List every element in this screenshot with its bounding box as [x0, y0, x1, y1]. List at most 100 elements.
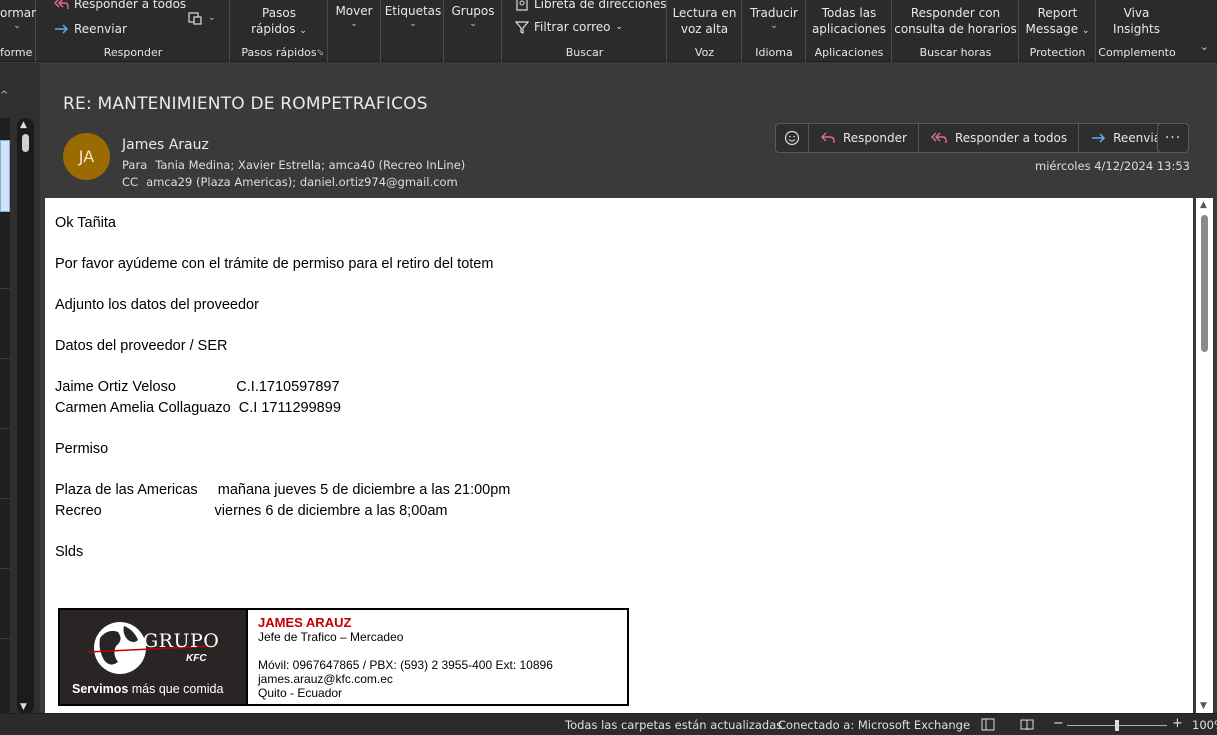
ribbon-group-protection: Report Message ⌄ Protection: [1020, 0, 1096, 62]
all-apps-label-1: Todas las: [821, 6, 877, 20]
message-list-strip: [0, 118, 10, 714]
chevron-down-icon: ⌄: [208, 13, 216, 23]
tagline-bold: Servimos: [72, 682, 129, 696]
address-book-label: Libreta de direcciones: [534, 0, 667, 11]
ribbon-group-tags: Etiquetas ⌄: [382, 0, 444, 62]
sender-name[interactable]: James Arauz: [122, 137, 209, 153]
scroll-thumb[interactable]: [1201, 215, 1208, 352]
all-apps-label-2: aplicaciones: [811, 22, 887, 36]
reply-all-ribbon-button[interactable]: Responder a todos: [53, 0, 186, 11]
group-label-language: Idioma: [755, 46, 793, 59]
message-date: miércoles 4/12/2024 13:53: [1035, 159, 1190, 173]
filter-mail-label: Filtrar correo: [534, 20, 611, 34]
quick-steps-button[interactable]: Pasos rápidos ⌄: [231, 5, 327, 39]
body-line: Carmen Amelia Collaguazo C.I 1711299899: [55, 400, 341, 416]
dialog-launcher-icon[interactable]: ⬂: [316, 48, 324, 58]
reply-button[interactable]: Responder: [809, 124, 919, 152]
group-label-apps: Aplicaciones: [814, 46, 884, 59]
zoom-in-button[interactable]: +: [1172, 716, 1183, 731]
row-divider: [0, 638, 10, 639]
chevron-down-icon: ⌄: [409, 19, 417, 29]
selected-message-row[interactable]: [0, 140, 10, 212]
viva-insights-button[interactable]: Viva Insights: [1097, 5, 1176, 37]
row-divider: [0, 428, 10, 429]
collapse-up-icon[interactable]: ^: [0, 90, 8, 101]
scroll-down-icon[interactable]: ▼: [20, 702, 27, 712]
signature-name: JAMES ARAUZ: [258, 615, 352, 630]
chevron-down-icon: ⌄: [1081, 26, 1090, 36]
sender-avatar[interactable]: JA: [63, 133, 110, 180]
emoji-react-button[interactable]: [776, 124, 809, 152]
translate-label: Traducir: [750, 6, 798, 20]
group-label-find: Buscar: [565, 46, 604, 59]
body-line: Plaza de las Americas mañana jueves 5 de…: [55, 482, 511, 498]
scheduling-label-2: consulta de horarios: [894, 22, 1017, 36]
to-recipient-list[interactable]: Tania Medina; Xavier Estrella; amca40 (R…: [155, 158, 465, 172]
reading-pane: RE: MANTENIMIENTO DE ROMPETRAFICOS JA Ja…: [40, 63, 1217, 713]
ribbon-group-addin: Viva Insights Complemento: [1097, 0, 1177, 62]
more-actions-button[interactable]: ···: [1157, 123, 1189, 153]
forward-label: Reenviar: [74, 22, 127, 36]
to-recipients: Para Tania Medina; Xavier Estrella; amca4…: [122, 158, 465, 172]
cc-recipient-list[interactable]: amca29 (Plaza Americas); daniel.ortiz974…: [146, 175, 458, 189]
outlook-window: ormar ⌄ forme Responder a todos Reenviar…: [0, 0, 1217, 735]
scroll-up-icon[interactable]: ▲: [20, 120, 27, 130]
reading-view-icon[interactable]: [1020, 718, 1034, 731]
signature-city: Quito - Ecuador: [258, 686, 343, 700]
body-line: Por favor ayúdeme con el trámite de perm…: [55, 256, 494, 272]
scheduling-label-1: Responder con: [910, 6, 1001, 20]
ribbon-group-quick-steps: Pasos rápidos ⌄ Pasos rápidos ⬂: [231, 0, 328, 62]
connection-status[interactable]: Conectado a: Microsoft Exchange: [778, 718, 970, 732]
group-label-format: forme: [0, 46, 33, 59]
row-divider: [0, 358, 10, 359]
more-respond-button[interactable]: ⌄: [187, 10, 216, 26]
email-signature: GRUPO KFC Servimos más que comida JAMES …: [58, 608, 629, 706]
address-book-button[interactable]: Libreta de direcciones: [515, 0, 667, 11]
reply-with-scheduling-button[interactable]: Responder con consulta de horarios: [893, 5, 1018, 37]
format-button[interactable]: ormar ⌄: [0, 5, 36, 31]
scroll-thumb[interactable]: [22, 134, 29, 152]
ribbon-group-partial: ormar ⌄ forme: [0, 0, 36, 62]
signature-title: Jefe de Trafico – Mercadeo: [258, 630, 404, 644]
report-message-button[interactable]: Report Message ⌄: [1020, 5, 1095, 39]
message-body-scrollbar[interactable]: ▲ ▼: [1196, 198, 1213, 713]
reply-all-button[interactable]: Responder a todos: [919, 124, 1080, 152]
zoom-level[interactable]: 100%: [1192, 718, 1217, 732]
sync-status: Todas las carpetas están actualizadas.: [565, 718, 786, 732]
all-apps-button[interactable]: Todas las aplicaciones: [807, 5, 891, 37]
read-aloud-label-1: Lectura en: [672, 6, 737, 20]
to-label: Para: [122, 158, 148, 172]
scroll-up-icon[interactable]: ▲: [1200, 200, 1207, 210]
filter-icon: [515, 21, 529, 34]
signature-email[interactable]: james.arauz@kfc.com.ec: [258, 672, 553, 686]
forward-ribbon-button[interactable]: Reenviar: [53, 22, 127, 36]
read-aloud-button[interactable]: Lectura en voz alta: [668, 5, 741, 37]
logo-tagline: Servimos más que comida: [72, 682, 223, 696]
ribbon-group-language: Traducir ⌄ Idioma: [743, 0, 806, 62]
zoom-slider-thumb[interactable]: [1115, 720, 1119, 731]
cc-recipients: CC amca29 (Plaza Americas); daniel.ortiz9…: [122, 175, 458, 189]
ribbon-group-find-time: Responder con consulta de horarios Busca…: [893, 0, 1019, 62]
ribbon: ormar ⌄ forme Responder a todos Reenviar…: [0, 0, 1217, 62]
filter-mail-button[interactable]: Filtrar correo ⌄: [515, 20, 623, 34]
group-label-find-time: Buscar horas: [919, 46, 992, 59]
chevron-down-icon: ⌄: [13, 21, 21, 31]
group-label-addin: Complemento: [1098, 46, 1176, 59]
chevron-down-icon: ⌄: [615, 22, 624, 32]
zoom-out-button[interactable]: −: [1053, 716, 1064, 731]
normal-view-icon[interactable]: [981, 718, 995, 731]
translate-button[interactable]: Traducir ⌄: [743, 5, 805, 31]
move-button[interactable]: Mover ⌄: [329, 3, 379, 29]
scroll-down-icon[interactable]: ▼: [1200, 701, 1207, 711]
group-label-protection: Protection: [1029, 46, 1086, 59]
group-label-voice: Voz: [694, 46, 715, 59]
body-line: Datos del proveedor / SER: [55, 338, 228, 354]
ribbon-expand-icon[interactable]: ⌄: [1200, 40, 1209, 53]
message-list-scrollbar[interactable]: ▲ ▼: [17, 118, 34, 714]
forward-icon: [1092, 133, 1106, 143]
ribbon-group-groups: Grupos ⌄: [445, 0, 502, 62]
ribbon-group-apps: Todas las aplicaciones Aplicaciones: [807, 0, 892, 62]
groups-button[interactable]: Grupos ⌄: [445, 3, 501, 29]
tags-button[interactable]: Etiquetas ⌄: [382, 3, 444, 29]
row-divider: [0, 288, 10, 289]
